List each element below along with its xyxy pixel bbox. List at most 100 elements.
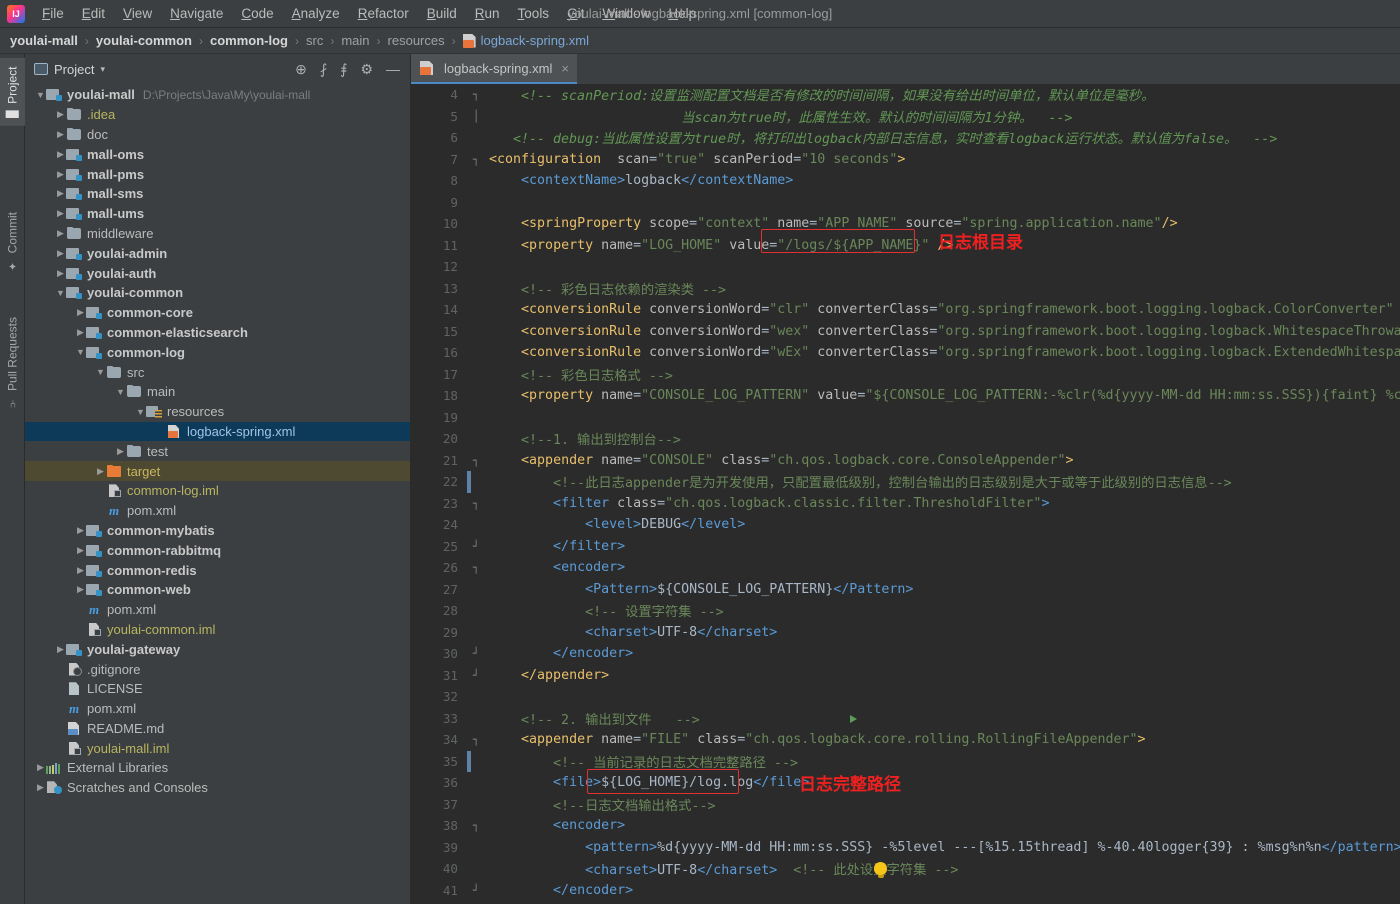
- tree-node-youlai-admin[interactable]: ▶ youlai-admin: [25, 243, 410, 263]
- tree-node-license[interactable]: ▶LICENSE: [25, 679, 410, 699]
- chevron-right-icon[interactable]: ▶: [55, 109, 66, 120]
- chevron-right-icon[interactable]: ▶: [55, 268, 66, 279]
- code-line-22[interactable]: 22 <!--此日志appender是为开发使用，只配置最低级别，控制台输出的日…: [411, 471, 1400, 493]
- tool-window-tab-project[interactable]: ▉ Project: [0, 58, 25, 126]
- menu-item-analyze[interactable]: Analyze: [283, 3, 349, 24]
- code-line-38[interactable]: 38 ┐ <encoder>: [411, 815, 1400, 837]
- tree-node-external-libraries[interactable]: ▶ External Libraries: [25, 758, 410, 778]
- tree-node-youlai-auth[interactable]: ▶ youlai-auth: [25, 263, 410, 283]
- chevron-right-icon[interactable]: ▶: [55, 129, 66, 140]
- code-line-18[interactable]: 18 <property name="CONSOLE_LOG_PATTERN" …: [411, 385, 1400, 407]
- tree-node-common-mybatis[interactable]: ▶ common-mybatis: [25, 521, 410, 541]
- chevron-right-icon[interactable]: ▶: [55, 188, 66, 199]
- code-line-12[interactable]: 12: [411, 256, 1400, 278]
- chevron-right-icon[interactable]: ▶: [55, 248, 66, 259]
- tree-node-resources[interactable]: ▼ resources: [25, 402, 410, 422]
- chevron-down-icon[interactable]: ▼: [75, 347, 86, 357]
- chevron-right-icon[interactable]: ▶: [35, 762, 46, 773]
- tree-node-common-elasticsearch[interactable]: ▶ common-elasticsearch: [25, 323, 410, 343]
- editor-tab-bar[interactable]: logback-spring.xml ×: [411, 54, 1400, 84]
- fold-marker[interactable]: ┐: [467, 729, 485, 751]
- code-line-6[interactable]: 6 <!-- debug:当此属性设置为true时，将打印出logback内部日…: [411, 127, 1400, 149]
- code-line-35[interactable]: 35 <!-- 当前记录的日志文档完整路径 -->: [411, 751, 1400, 773]
- chevron-right-icon[interactable]: ▶: [35, 782, 46, 793]
- code-line-17[interactable]: 17 <!-- 彩色日志格式 -->: [411, 364, 1400, 386]
- tree-node-pom-xml[interactable]: ▶mpom.xml: [25, 699, 410, 719]
- fold-marker[interactable]: ┘: [467, 665, 485, 687]
- chevron-right-icon[interactable]: ▶: [115, 446, 126, 457]
- tree-node-target[interactable]: ▶ target: [25, 461, 410, 481]
- fold-marker[interactable]: ┐: [467, 450, 485, 472]
- code-line-5[interactable]: 5 │ 当scan为true时，此属性生效。默认的时间间隔为1分钟。 -->: [411, 106, 1400, 128]
- tree-node-common-redis[interactable]: ▶ common-redis: [25, 560, 410, 580]
- project-tree[interactable]: ▼ youlai-mall D:\Projects\Java\My\youlai-m…: [25, 84, 410, 904]
- menu-item-edit[interactable]: Edit: [73, 3, 114, 24]
- code-line-37[interactable]: 37 <!--日志文档输出格式-->: [411, 794, 1400, 816]
- tree-node-common-log[interactable]: ▼ common-log: [25, 342, 410, 362]
- menu-item-tools[interactable]: Tools: [509, 3, 559, 24]
- code-line-7[interactable]: 7 ┐ <configuration scan="true" scanPeriod=…: [411, 149, 1400, 171]
- tree-node-logback-spring-xml[interactable]: ▶logback-spring.xml: [25, 422, 410, 442]
- menu-item-file[interactable]: File: [33, 3, 73, 24]
- code-line-8[interactable]: 8 <contextName>logback</contextName>: [411, 170, 1400, 192]
- tree-node-mall-oms[interactable]: ▶ mall-oms: [25, 144, 410, 164]
- fold-marker[interactable]: ┘: [467, 536, 485, 558]
- menu-item-help[interactable]: Help: [659, 3, 705, 24]
- code-line-11[interactable]: 11 <property name="LOG_HOME" value="/log…: [411, 235, 1400, 257]
- code-line-14[interactable]: 14 <conversionRule conversionWord="clr" …: [411, 299, 1400, 321]
- chevron-down-icon[interactable]: ▾: [100, 64, 105, 75]
- tree-node-youlai-mall-iml[interactable]: ▶youlai-mall.iml: [25, 738, 410, 758]
- tree-node-youlai-common-iml[interactable]: ▶youlai-common.iml: [25, 620, 410, 640]
- tree-node-common-rabbitmq[interactable]: ▶ common-rabbitmq: [25, 540, 410, 560]
- chevron-down-icon[interactable]: ▼: [55, 288, 66, 298]
- chevron-right-icon[interactable]: ▶: [75, 327, 86, 338]
- breadcrumb-item-logback-spring-xml[interactable]: logback-spring.xml: [463, 32, 589, 50]
- breadcrumb-item-resources[interactable]: resources: [388, 32, 445, 50]
- fold-marker[interactable]: │: [467, 106, 485, 128]
- tool-window-tab-commit[interactable]: ✦ Commit: [0, 204, 25, 280]
- code-line-25[interactable]: 25 ┘ </filter>: [411, 536, 1400, 558]
- code-line-26[interactable]: 26 ┐ <encoder>: [411, 557, 1400, 579]
- tree-node-mall-sms[interactable]: ▶ mall-sms: [25, 184, 410, 204]
- tab-logback-spring-xml[interactable]: logback-spring.xml ×: [411, 54, 577, 84]
- menu-item-navigate[interactable]: Navigate: [161, 3, 232, 24]
- chevron-right-icon[interactable]: ▶: [55, 644, 66, 655]
- chevron-down-icon[interactable]: ▼: [95, 367, 106, 377]
- chevron-down-icon[interactable]: ▼: [115, 387, 126, 397]
- breadcrumb-item-src[interactable]: src: [306, 32, 323, 50]
- fold-marker[interactable]: ┘: [467, 880, 485, 902]
- code-line-36[interactable]: 36 <file>${LOG_HOME}/log.log</file>: [411, 772, 1400, 794]
- code-line-34[interactable]: 34 ┐ <appender name="FILE" class="ch.qos.…: [411, 729, 1400, 751]
- tree-node-pom-xml[interactable]: ▶mpom.xml: [25, 501, 410, 521]
- menu-item-window[interactable]: Window: [593, 3, 659, 24]
- code-line-31[interactable]: 31 ┘ </appender>: [411, 665, 1400, 687]
- code-line-10[interactable]: 10 <springProperty scope="context" name=…: [411, 213, 1400, 235]
- code-line-23[interactable]: 23 ┐ <filter class="ch.qos.logback.classi…: [411, 493, 1400, 515]
- menu-item-build[interactable]: Build: [418, 3, 466, 24]
- code-line-13[interactable]: 13 <!-- 彩色日志依赖的渲染类 -->: [411, 278, 1400, 300]
- tree-node-common-log-iml[interactable]: ▶common-log.iml: [25, 481, 410, 501]
- fold-marker[interactable]: ┐: [467, 493, 485, 515]
- chevron-right-icon[interactable]: ▶: [75, 525, 86, 536]
- tree-node--idea[interactable]: ▶ .idea: [25, 105, 410, 125]
- hide-panel-icon[interactable]: —: [386, 62, 400, 76]
- intention-bulb-icon[interactable]: [874, 862, 887, 875]
- tree-node-main[interactable]: ▼ main: [25, 382, 410, 402]
- breadcrumb-item-common-log[interactable]: common-log: [210, 32, 288, 50]
- tree-node-scratches-and-consoles[interactable]: ▶ Scratches and Consoles: [25, 778, 410, 798]
- run-gutter-icon[interactable]: [850, 715, 857, 723]
- breadcrumb-item-youlai-mall[interactable]: youlai-mall: [10, 32, 78, 50]
- tree-node-youlai-gateway[interactable]: ▶ youlai-gateway: [25, 639, 410, 659]
- tree-node-common-web[interactable]: ▶ common-web: [25, 580, 410, 600]
- breadcrumb[interactable]: youlai-mall › youlai-common › common-log › src…: [0, 28, 1400, 54]
- select-opened-file-icon[interactable]: ⊕: [295, 62, 307, 76]
- fold-marker[interactable]: ┐: [467, 84, 485, 106]
- code-line-29[interactable]: 29 <charset>UTF-8</charset>: [411, 622, 1400, 644]
- menu-item-run[interactable]: Run: [466, 3, 509, 24]
- code-line-19[interactable]: 19: [411, 407, 1400, 429]
- code-line-4[interactable]: 4 ┐ <!-- scanPeriod:设置监测配置文档是否有修改的时间间隔，如果…: [411, 84, 1400, 106]
- code-line-24[interactable]: 24 <level>DEBUG</level>: [411, 514, 1400, 536]
- tree-node-mall-ums[interactable]: ▶ mall-ums: [25, 204, 410, 224]
- chevron-right-icon[interactable]: ▶: [75, 307, 86, 318]
- close-icon[interactable]: ×: [561, 61, 569, 76]
